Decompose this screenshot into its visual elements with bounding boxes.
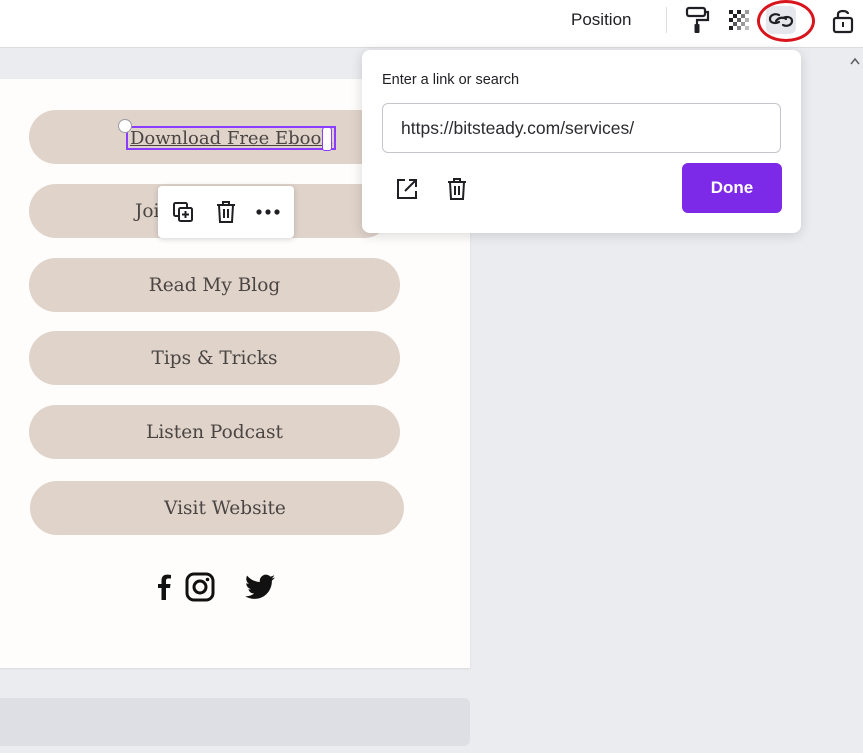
pill-label: Visit Website xyxy=(164,497,286,519)
paint-roller-icon[interactable] xyxy=(680,3,714,37)
pill-label: Listen Podcast xyxy=(146,421,283,443)
annotation-circle xyxy=(757,0,815,42)
open-external-icon[interactable] xyxy=(391,173,423,205)
notes-bar[interactable] xyxy=(0,698,470,746)
instagram-icon[interactable] xyxy=(184,569,216,605)
trash-icon[interactable] xyxy=(212,198,240,226)
pill-label: Joi xyxy=(135,200,160,222)
visit-website-button[interactable]: Visit Website xyxy=(30,481,404,535)
trash-icon[interactable] xyxy=(441,173,473,205)
toolbar-divider xyxy=(666,7,667,33)
twitter-icon[interactable] xyxy=(243,569,277,605)
link-input[interactable] xyxy=(382,103,781,153)
link-popover: Enter a link or search Done xyxy=(362,50,801,233)
text-cursor xyxy=(322,127,332,151)
lock-icon[interactable] xyxy=(826,3,860,37)
link-field-label: Enter a link or search xyxy=(382,72,520,88)
selected-text-box[interactable]: Download Free Ebook xyxy=(126,126,337,150)
facebook-icon[interactable] xyxy=(154,569,174,605)
more-icon[interactable] xyxy=(254,198,282,226)
read-blog-button[interactable]: Read My Blog xyxy=(29,258,400,312)
transparency-icon[interactable] xyxy=(722,3,756,37)
editor-toolbar: Position xyxy=(0,0,863,48)
element-toolbar xyxy=(158,186,294,238)
listen-podcast-button[interactable]: Listen Podcast xyxy=(29,405,400,459)
tips-tricks-button[interactable]: Tips & Tricks xyxy=(29,331,400,385)
duplicate-icon[interactable] xyxy=(169,198,197,226)
rotate-handle[interactable] xyxy=(118,119,132,133)
done-button[interactable]: Done xyxy=(682,163,782,213)
pill-label: Tips & Tricks xyxy=(151,347,278,369)
pill-label: Read My Blog xyxy=(148,274,281,296)
scroll-up-icon[interactable] xyxy=(850,57,860,65)
position-button[interactable]: Position xyxy=(560,6,642,34)
